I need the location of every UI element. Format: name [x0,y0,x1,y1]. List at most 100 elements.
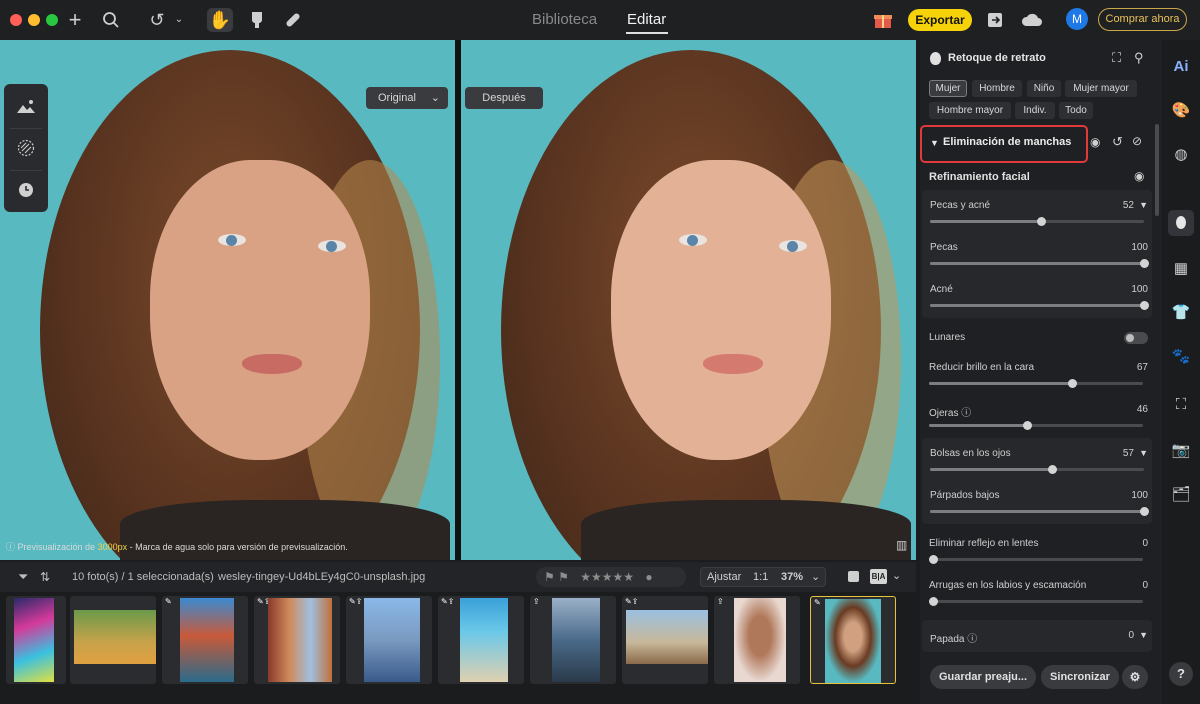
slider-arrugas[interactable]: Arrugas en los labios y escamación 0 [929,580,1148,620]
slider-reflejo[interactable]: Eliminar reflejo en lentes 0 [929,538,1148,578]
reset-icon[interactable]: ↺ [1112,134,1123,150]
gift-icon[interactable] [872,8,894,32]
texture-icon[interactable] [4,128,48,168]
tab-biblioteca[interactable]: Biblioteca [532,11,597,28]
search-icon[interactable] [100,8,122,32]
gradient-icon[interactable]: ▦ [1168,256,1194,282]
add-icon[interactable]: + [64,8,86,32]
star-rating[interactable]: ★★★★★ [580,570,634,584]
brush-tool-icon[interactable] [246,8,268,32]
help-circle-icon[interactable]: ⓘ [967,634,977,645]
thumbnail-7[interactable]: ⇪ [530,596,616,684]
export-panel-icon[interactable] [984,8,1006,32]
slider-pecas-acne[interactable]: Pecas y acné 52 ▼ [930,200,1148,240]
slider-knob[interactable] [929,555,938,564]
paw-icon[interactable]: 🐾 [1168,344,1194,370]
hand-tool-icon[interactable]: ✋ [207,8,233,32]
before-after-view-icon[interactable]: B|A [870,569,887,584]
thumbnail-9[interactable]: ⇪ [714,596,800,684]
slider-acne[interactable]: Acné 100 [930,284,1149,324]
thumbnail-10-selected[interactable]: ✎ [810,596,896,684]
single-view-icon[interactable] [848,571,859,582]
face-detect-icon[interactable]: ⛶ [1112,50,1121,66]
slider-knob[interactable] [1023,421,1033,430]
panel-scrollbar[interactable] [1155,124,1159,216]
avatar[interactable]: M [1066,8,1088,30]
slider-brillo[interactable]: Reducir brillo en la cara 67 [929,362,1148,402]
thumbnail-2[interactable] [70,596,156,684]
lunares-switch[interactable] [1124,332,1148,344]
slider-value: 100 [1131,242,1148,253]
photo-canvas[interactable]: Original ⌄ Después [0,40,916,560]
maximize-window-button[interactable] [46,14,58,26]
one-to-one-button[interactable]: 1:1 [753,568,768,586]
slider-knob[interactable] [1140,507,1149,516]
zoom-level[interactable]: 37% [781,568,803,586]
expand-triangle-icon[interactable]: ▼ [1139,630,1148,640]
ai-icon[interactable]: Ai [1168,54,1194,80]
sort-icon[interactable]: ⇅ [40,562,50,592]
thumbnail-1[interactable] [6,596,66,684]
preview-note-suffix: - Marca de agua solo para versión de pre… [127,542,348,552]
thumbnail-3[interactable]: ✎ [162,596,248,684]
preset-nino[interactable]: Niño [1027,80,1061,97]
preset-indiv[interactable]: Indiv. [1015,102,1055,119]
sync-button[interactable]: Sincronizar [1041,665,1119,689]
palette-icon[interactable]: 🎨 [1168,98,1194,124]
slider-knob[interactable] [1068,379,1078,388]
cloud-icon[interactable] [1020,8,1044,32]
buy-now-button[interactable]: Comprar ahora [1098,8,1187,31]
export-button[interactable]: Exportar [908,9,972,31]
settings-gear-icon[interactable]: ⚙ [1122,665,1148,689]
preset-hombre-mayor[interactable]: Hombre mayor [929,102,1011,119]
close-window-button[interactable] [10,14,22,26]
help-icon[interactable]: ? [1169,662,1193,686]
preset-hombre[interactable]: Hombre [972,80,1022,97]
color-label-icon[interactable]: ● [645,570,652,584]
toggle-icon[interactable]: ⚲ [1134,50,1144,66]
compare-mode-select[interactable]: Original ⌄ [366,87,448,109]
slider-knob[interactable] [1047,465,1057,474]
expand-triangle-icon[interactable]: ▼ [1139,200,1148,210]
save-preset-button[interactable]: Guardar preaju... [930,665,1036,689]
shirt-icon[interactable]: 👕 [1168,300,1194,326]
slider-bolsas[interactable]: Bolsas en los ojos 57 ▼ [930,448,1148,488]
crop-icon[interactable]: ⛶ [1168,392,1194,418]
split-view-icon[interactable]: ▥ [896,538,907,552]
section-blemish-removal[interactable]: ▼ Eliminación de manchas ◉ ↺ ⊘ [920,122,1156,163]
visibility-eye-icon[interactable]: ◉ [1134,169,1144,183]
portrait-face-icon[interactable] [1168,210,1194,236]
chevron-down-icon[interactable]: ⌄ [811,568,820,586]
bandage-tool-icon[interactable] [282,8,304,32]
help-circle-icon[interactable]: ⓘ [961,408,971,419]
landscape-ai-icon[interactable] [4,86,48,126]
camera-icon[interactable]: 📷 [1168,438,1194,464]
minimize-window-button[interactable] [28,14,40,26]
preset-todo[interactable]: Todo [1059,102,1093,119]
preset-mujer-mayor[interactable]: Mujer mayor [1065,80,1137,97]
slider-parpados[interactable]: Párpados bajos 100 [930,490,1149,530]
folder-icon[interactable]: 🗂 [1168,482,1194,508]
thumbnail-4[interactable]: ✎⇪ [254,596,340,684]
undo-history-chevron-icon[interactable]: ⌄ [172,8,186,32]
slider-knob[interactable] [1140,259,1149,268]
slider-knob[interactable] [1037,217,1047,226]
thumbnail-6[interactable]: ✎⇪ [438,596,524,684]
thumbnail-5[interactable]: ✎⇪ [346,596,432,684]
visibility-eye-icon[interactable]: ◉ [1090,135,1100,149]
chevron-down-icon[interactable]: ⌄ [892,569,901,582]
fit-button[interactable]: Ajustar [707,568,741,586]
flag-icon[interactable]: ⚑ ⚑ [544,570,569,584]
expand-triangle-icon[interactable]: ▼ [1139,448,1148,458]
filter-icon[interactable]: ⏷ [18,562,28,592]
eraser-icon[interactable]: ⊘ [1132,134,1142,148]
texture-icon[interactable]: ◍ [1168,142,1194,168]
undo-icon[interactable]: ↺ [146,8,168,32]
slider-pecas[interactable]: Pecas 100 [930,242,1149,282]
preset-mujer[interactable]: Mujer [929,80,967,97]
history-clock-icon[interactable] [4,170,48,210]
tab-editar[interactable]: Editar [627,11,666,28]
slider-knob[interactable] [929,597,938,606]
slider-knob[interactable] [1140,301,1149,310]
thumbnail-8[interactable]: ✎⇪ [622,596,708,684]
